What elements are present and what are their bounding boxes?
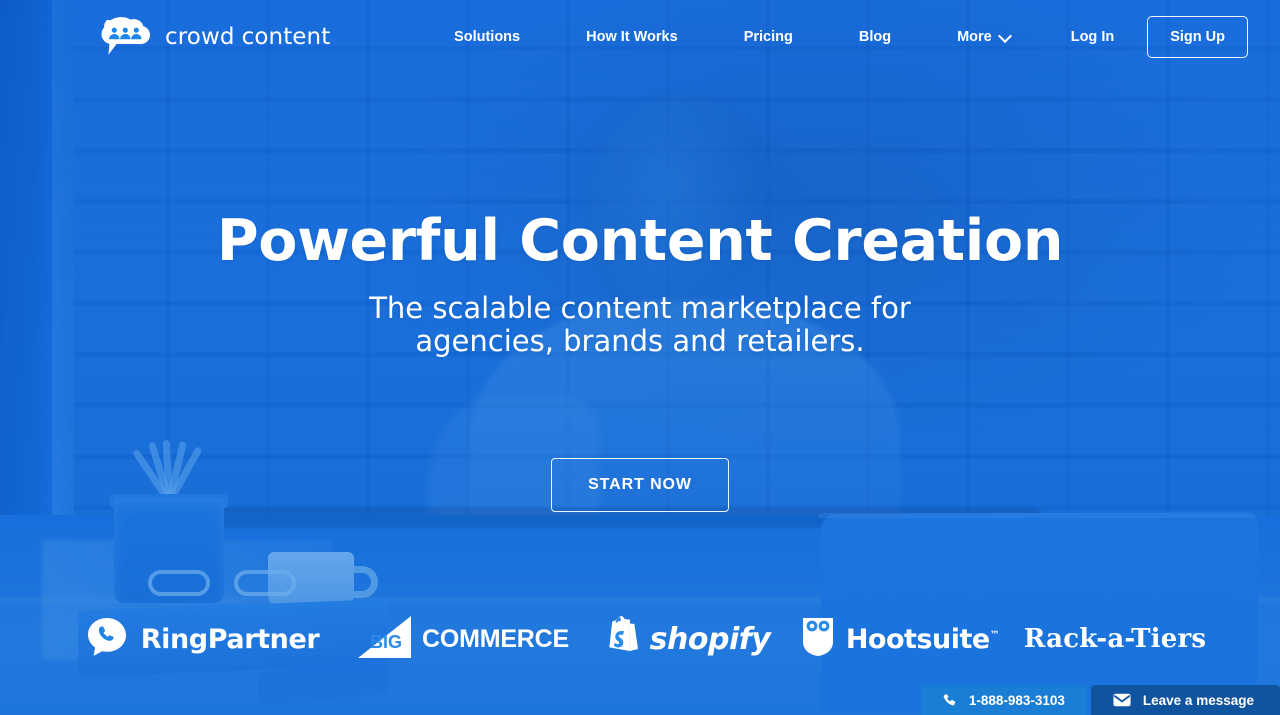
nav-item-pricing[interactable]: Pricing [744, 21, 793, 53]
logo-word-content: content [241, 24, 331, 50]
nav-item-more[interactable]: More [957, 21, 1010, 53]
svg-text:BIG: BIG [370, 632, 402, 652]
page-title: Powerful Content Creation [216, 208, 1064, 274]
owl-shield-icon [801, 616, 835, 663]
subhead-line-1: The scalable content marketplace for [369, 290, 911, 325]
nav-label: Pricing [743, 29, 793, 45]
trademark-symbol: ™ [989, 629, 1000, 641]
phone-number-label: 1-888-983-3103 [968, 692, 1065, 708]
hero-subheading: The scalable content marketplace for age… [369, 290, 911, 358]
leave-a-message-label: Leave a message [1142, 692, 1254, 708]
partner-name: Hootsuite™ [845, 623, 1000, 655]
logo-wordmark: crowd content [165, 24, 330, 50]
leave-a-message-button[interactable]: Leave a message [1090, 685, 1280, 715]
phone-speech-bubble-icon [86, 616, 128, 663]
partner-name-text: Hootsuite [845, 623, 990, 655]
bigcommerce-triangle-icon: BIG [356, 614, 426, 665]
logo-word-crowd: crowd [165, 24, 235, 50]
partner-name: COMMERCE [421, 624, 569, 653]
nav-item-solutions[interactable]: Solutions [454, 21, 520, 53]
site-header: crowd content Solutions How It Works Pric… [0, 0, 1280, 74]
phone-number-button[interactable]: 1-888-983-3103 [920, 685, 1087, 715]
login-link[interactable]: Log In [1071, 29, 1115, 45]
start-now-button[interactable]: START NOW [551, 458, 729, 513]
nav-label: More [957, 29, 992, 45]
nav-item-blog[interactable]: Blog [859, 21, 891, 53]
partner-logo-hootsuite[interactable]: Hootsuite™ [793, 616, 1008, 662]
partner-name: shopify [649, 621, 771, 657]
nav-item-how-it-works[interactable]: How It Works [586, 21, 678, 53]
subhead-line-2: agencies, brands and retailers. [415, 323, 865, 358]
signup-button[interactable]: Sign Up [1147, 16, 1248, 58]
nav-label: Solutions [454, 29, 521, 45]
chat-widget-bar: 1-888-983-3103 Leave a message [920, 685, 1280, 715]
nav-label: How It Works [586, 29, 678, 45]
phone-icon [943, 693, 957, 707]
partner-logo-ringpartner[interactable]: RingPartner [58, 616, 348, 662]
partner-logo-strip: RingPartner BIG COMMERCE shopify Hootsui… [0, 614, 1280, 665]
partner-logo-shopify[interactable]: shopify [578, 615, 793, 664]
main-navigation: Solutions How It Works Pricing Blog More… [454, 16, 1248, 58]
chevron-down-icon [1000, 31, 1010, 41]
partner-name: Rack-a-Tiers [1023, 624, 1207, 654]
nav-label: Blog [858, 29, 892, 45]
partner-name: RingPartner [140, 623, 320, 655]
partner-logo-rack-a-tiers[interactable]: Rack-a-Tiers [1008, 616, 1223, 662]
speech-bubble-people-icon [96, 17, 154, 57]
partner-logo-bigcommerce[interactable]: BIG COMMERCE [348, 614, 578, 665]
shopping-bag-icon [600, 615, 640, 664]
logo-home-link[interactable]: crowd content [96, 17, 330, 57]
envelope-icon [1113, 693, 1131, 707]
